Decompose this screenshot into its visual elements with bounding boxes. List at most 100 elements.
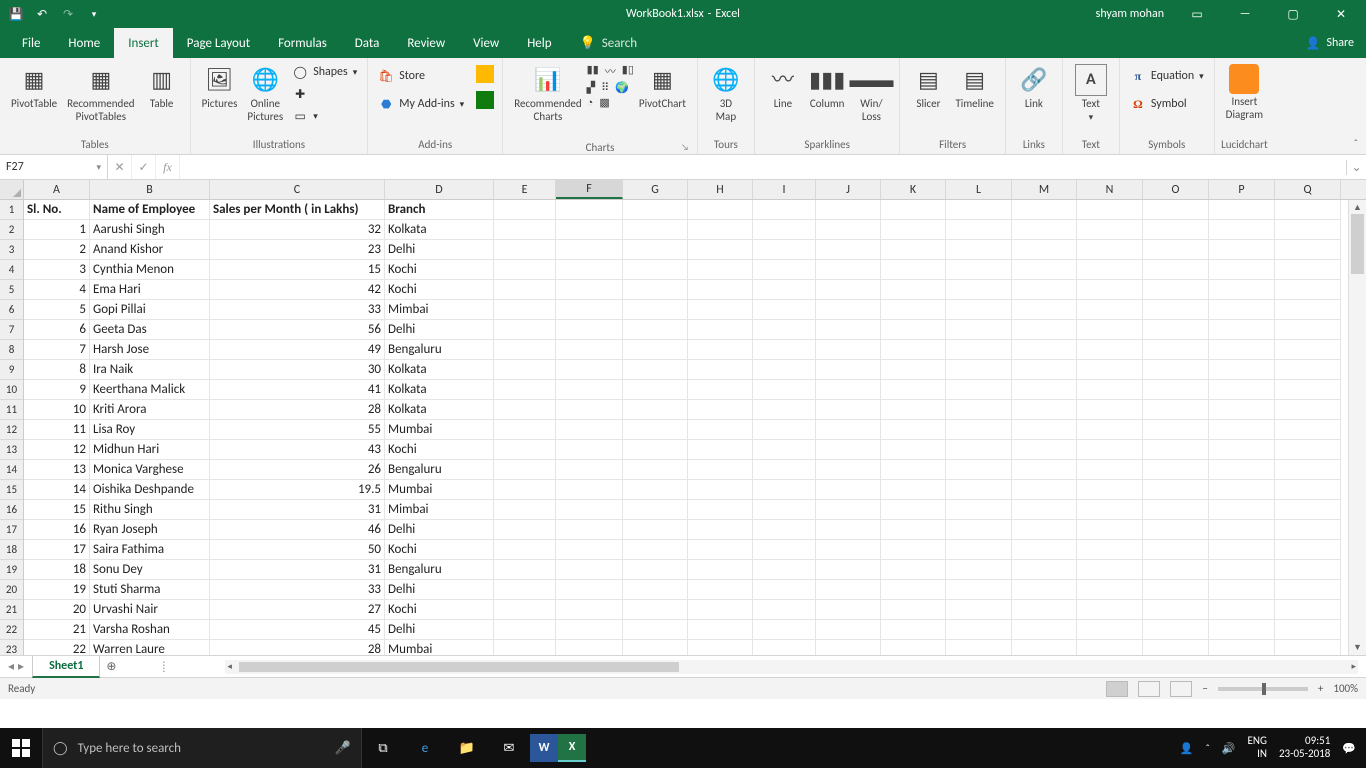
word-icon[interactable]: W <box>530 734 558 762</box>
cell[interactable]: Delhi <box>385 240 494 260</box>
cell[interactable]: 3 <box>24 260 90 280</box>
cell[interactable]: Midhun Hari <box>90 440 210 460</box>
cell[interactable] <box>1012 520 1077 540</box>
cell[interactable] <box>1275 320 1341 340</box>
cell[interactable] <box>1275 360 1341 380</box>
cell[interactable] <box>688 440 753 460</box>
cell[interactable] <box>494 480 556 500</box>
cell[interactable] <box>1143 360 1209 380</box>
cell[interactable] <box>1275 640 1341 655</box>
column-header[interactable]: H <box>688 180 753 199</box>
row-header[interactable]: 20 <box>0 580 23 600</box>
column-header[interactable]: J <box>816 180 881 199</box>
cell[interactable]: 15 <box>24 500 90 520</box>
cell[interactable] <box>946 400 1012 420</box>
cell[interactable] <box>1275 400 1341 420</box>
cell[interactable] <box>1209 300 1275 320</box>
online-pictures-button[interactable]: 🌐Online Pictures <box>242 61 288 126</box>
cell[interactable] <box>881 460 946 480</box>
cell[interactable] <box>494 400 556 420</box>
cell[interactable] <box>816 400 881 420</box>
edge-icon[interactable]: e <box>404 728 446 768</box>
cell[interactable] <box>623 360 688 380</box>
cell[interactable] <box>556 600 623 620</box>
cell[interactable] <box>556 260 623 280</box>
row-header[interactable]: 5 <box>0 280 23 300</box>
cell[interactable] <box>881 540 946 560</box>
cell[interactable] <box>946 460 1012 480</box>
cell[interactable] <box>946 600 1012 620</box>
cell[interactable] <box>1077 260 1143 280</box>
cell[interactable]: Mimbai <box>385 300 494 320</box>
cell[interactable] <box>556 200 623 220</box>
cell[interactable]: Bengaluru <box>385 460 494 480</box>
cell[interactable]: Ira Naik <box>90 360 210 380</box>
cell[interactable]: 5 <box>24 300 90 320</box>
minimize-icon[interactable]: — <box>1230 7 1260 21</box>
cell[interactable] <box>556 300 623 320</box>
cell[interactable] <box>688 620 753 640</box>
action-center-icon[interactable]: 💬 <box>1342 742 1356 755</box>
fx-icon[interactable]: fx <box>156 155 180 179</box>
cell[interactable] <box>1275 200 1341 220</box>
cell[interactable] <box>1012 600 1077 620</box>
cell[interactable] <box>1012 380 1077 400</box>
column-header[interactable]: C <box>210 180 385 199</box>
table-button[interactable]: ▥Table <box>140 61 184 114</box>
row-header[interactable]: 19 <box>0 560 23 580</box>
cell[interactable] <box>494 260 556 280</box>
cell[interactable]: 14 <box>24 480 90 500</box>
cell[interactable] <box>1012 360 1077 380</box>
cell[interactable]: 30 <box>210 360 385 380</box>
cell[interactable] <box>753 320 816 340</box>
scatter-chart-icon[interactable]: ⠿ <box>601 81 609 94</box>
vertical-scrollbar[interactable]: ▲ ▼ <box>1348 200 1366 655</box>
cell[interactable] <box>623 200 688 220</box>
cell[interactable] <box>946 380 1012 400</box>
cell[interactable] <box>494 280 556 300</box>
cell[interactable]: 31 <box>210 500 385 520</box>
cell[interactable] <box>1012 480 1077 500</box>
column-header[interactable]: B <box>90 180 210 199</box>
maximize-icon[interactable]: ▢ <box>1278 7 1308 22</box>
cell[interactable] <box>946 260 1012 280</box>
cell[interactable]: 13 <box>24 460 90 480</box>
column-header[interactable]: O <box>1143 180 1209 199</box>
ribbon-display-icon[interactable]: ▭ <box>1182 7 1212 22</box>
cell[interactable] <box>946 360 1012 380</box>
cell[interactable]: Kochi <box>385 540 494 560</box>
cell[interactable] <box>688 360 753 380</box>
text-button[interactable]: AText▾ <box>1069 61 1113 126</box>
cell[interactable] <box>1275 600 1341 620</box>
cell[interactable] <box>1012 220 1077 240</box>
cell[interactable] <box>1077 560 1143 580</box>
share-button[interactable]: 👤 Share <box>1305 36 1354 51</box>
row-header[interactable]: 14 <box>0 460 23 480</box>
cell[interactable] <box>816 440 881 460</box>
sparkline-winloss-button[interactable]: ▬▬Win/ Loss <box>849 61 893 126</box>
cell[interactable] <box>1209 240 1275 260</box>
cell[interactable] <box>1012 420 1077 440</box>
cell[interactable] <box>1209 200 1275 220</box>
cell[interactable] <box>1143 620 1209 640</box>
cell[interactable] <box>688 340 753 360</box>
cell[interactable] <box>1209 560 1275 580</box>
cell[interactable] <box>1012 440 1077 460</box>
cell[interactable] <box>1275 620 1341 640</box>
cell[interactable] <box>1143 520 1209 540</box>
cell[interactable] <box>688 320 753 340</box>
cell[interactable] <box>946 240 1012 260</box>
cell[interactable] <box>881 560 946 580</box>
cell[interactable] <box>816 340 881 360</box>
cell[interactable] <box>1143 440 1209 460</box>
column-header[interactable]: K <box>881 180 946 199</box>
cell[interactable] <box>494 640 556 655</box>
cell[interactable] <box>1077 440 1143 460</box>
surface-chart-icon[interactable]: ▩ <box>599 96 609 109</box>
cell[interactable] <box>1209 400 1275 420</box>
cell[interactable] <box>816 580 881 600</box>
cell[interactable] <box>556 640 623 655</box>
cell[interactable] <box>1275 380 1341 400</box>
cell[interactable]: Warren Laure <box>90 640 210 655</box>
language-indicator[interactable]: ENG IN <box>1248 735 1267 760</box>
